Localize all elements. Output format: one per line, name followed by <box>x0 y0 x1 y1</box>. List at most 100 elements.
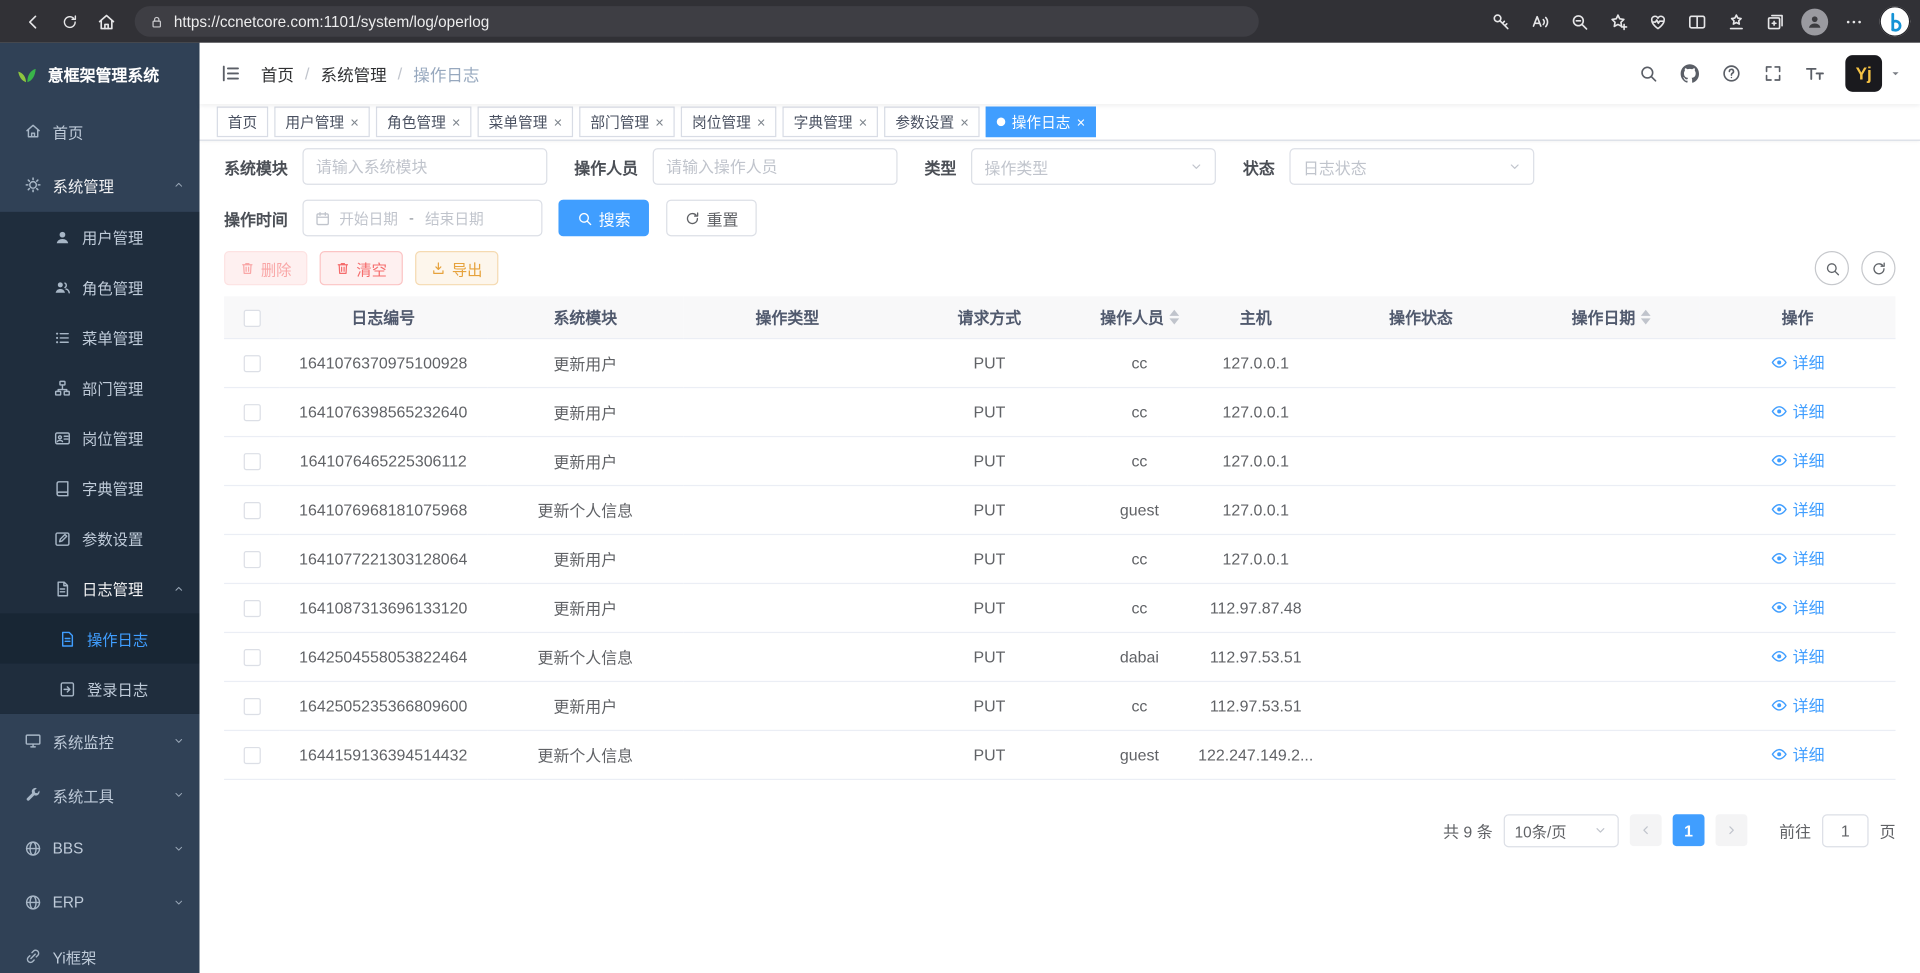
tab-post-management[interactable]: 岗位管理× <box>681 107 777 138</box>
browser-home-button[interactable] <box>88 4 125 38</box>
close-icon[interactable]: × <box>350 114 359 129</box>
page-size-select[interactable]: 10条/页 <box>1504 814 1619 847</box>
detail-link[interactable]: 详细 <box>1771 693 1825 716</box>
detail-link[interactable]: 详细 <box>1771 351 1825 374</box>
page-number-button[interactable]: 1 <box>1673 814 1705 846</box>
clear-button[interactable]: 清空 <box>320 251 403 285</box>
font-size-icon[interactable] <box>1794 43 1836 104</box>
favorites-icon[interactable] <box>1718 4 1755 38</box>
address-bar[interactable]: https://ccnetcore.com:1101/system/log/op… <box>135 6 1259 37</box>
bing-copilot-icon[interactable] <box>1880 6 1911 37</box>
tab-param-settings[interactable]: 参数设置× <box>884 107 980 138</box>
row-checkbox[interactable] <box>243 404 260 421</box>
eye-icon <box>1771 403 1788 420</box>
sidebar-item-system-monitor[interactable]: 系统监控 <box>0 714 200 768</box>
sidebar-item-erp[interactable]: ERP <box>0 876 200 930</box>
close-icon[interactable]: × <box>452 114 461 129</box>
read-aloud-icon[interactable] <box>1522 4 1559 38</box>
goto-page-input[interactable] <box>1822 814 1869 847</box>
close-icon[interactable]: × <box>757 114 766 129</box>
sidebar-item-post-management[interactable]: 岗位管理 <box>0 413 200 463</box>
sidebar-item-department-management[interactable]: 部门管理 <box>0 362 200 412</box>
row-checkbox[interactable] <box>243 453 260 470</box>
sidebar-item-home[interactable]: 首页 <box>0 104 200 158</box>
close-icon[interactable]: × <box>655 114 664 129</box>
sidebar-item-yi-framework[interactable]: Yi框架 <box>0 929 200 973</box>
operator-input[interactable] <box>653 148 898 185</box>
tab-user-management[interactable]: 用户管理× <box>274 107 370 138</box>
breadcrumb-system[interactable]: 系统管理 <box>321 61 387 85</box>
github-icon[interactable] <box>1669 43 1711 104</box>
sidebar-item-dict-management[interactable]: 字典管理 <box>0 463 200 513</box>
collections-icon[interactable] <box>1757 4 1794 38</box>
col-operator[interactable]: 操作人员 <box>1087 296 1191 338</box>
sidebar-toggle-icon[interactable] <box>200 43 261 104</box>
row-checkbox[interactable] <box>243 600 260 617</box>
detail-link[interactable]: 详细 <box>1771 644 1825 667</box>
detail-link[interactable]: 详细 <box>1771 546 1825 569</box>
close-icon[interactable]: × <box>554 114 563 129</box>
module-input[interactable] <box>302 148 547 185</box>
close-icon[interactable]: × <box>1077 114 1086 129</box>
delete-button[interactable]: 删除 <box>224 251 307 285</box>
search-button[interactable]: 搜索 <box>558 200 649 237</box>
reset-button[interactable]: 重置 <box>666 200 757 237</box>
add-favorite-icon[interactable] <box>1600 4 1637 38</box>
row-checkbox[interactable] <box>243 355 260 372</box>
detail-link[interactable]: 详细 <box>1771 742 1825 765</box>
sidebar-item-system-tools[interactable]: 系统工具 <box>0 768 200 822</box>
search-icon[interactable] <box>1627 43 1669 104</box>
browser-menu-icon[interactable] <box>1836 4 1873 38</box>
sidebar-item-system-management[interactable]: 系统管理 <box>0 158 200 212</box>
select-all-checkbox[interactable] <box>243 309 260 326</box>
tab-operation-log[interactable]: 操作日志× <box>986 107 1096 138</box>
browser-back-button[interactable] <box>15 4 52 38</box>
tab-menu-management[interactable]: 菜单管理× <box>478 107 574 138</box>
sort-icon[interactable] <box>1169 309 1179 324</box>
row-checkbox[interactable] <box>243 747 260 764</box>
zoom-icon[interactable] <box>1561 4 1598 38</box>
avatar-caret-down-icon[interactable] <box>1888 66 1903 81</box>
prev-page-button[interactable] <box>1630 814 1662 846</box>
row-checkbox[interactable] <box>243 698 260 715</box>
user-avatar[interactable]: Yj <box>1845 55 1882 92</box>
help-icon[interactable] <box>1711 43 1753 104</box>
detail-link[interactable]: 详细 <box>1771 497 1825 520</box>
sidebar-item-param-settings[interactable]: 参数设置 <box>0 513 200 563</box>
sidebar-item-user-management[interactable]: 用户管理 <box>0 212 200 262</box>
col-date[interactable]: 操作日期 <box>1522 296 1700 338</box>
browser-refresh-button[interactable] <box>51 4 88 38</box>
close-icon[interactable]: × <box>960 114 969 129</box>
browser-profile-avatar[interactable] <box>1796 4 1833 38</box>
sidebar-item-bbs[interactable]: BBS <box>0 822 200 876</box>
next-page-button[interactable] <box>1715 814 1747 846</box>
row-checkbox[interactable] <box>243 551 260 568</box>
split-screen-icon[interactable] <box>1679 4 1716 38</box>
close-icon[interactable]: × <box>859 114 868 129</box>
refresh-table-button[interactable] <box>1861 251 1895 285</box>
sidebar-item-operation-log[interactable]: 操作日志 <box>0 613 200 663</box>
sidebar-item-login-log[interactable]: 登录日志 <box>0 664 200 714</box>
tab-dict-management[interactable]: 字典管理× <box>783 107 879 138</box>
tab-role-management[interactable]: 角色管理× <box>376 107 472 138</box>
row-checkbox[interactable] <box>243 502 260 519</box>
row-checkbox[interactable] <box>243 649 260 666</box>
type-select[interactable]: 操作类型 <box>971 148 1216 185</box>
date-range-input[interactable]: 开始日期 - 结束日期 <box>302 200 542 237</box>
detail-link[interactable]: 详细 <box>1771 448 1825 471</box>
sort-icon[interactable] <box>1640 309 1650 324</box>
tab-department-management[interactable]: 部门管理× <box>579 107 675 138</box>
browser-essentials-icon[interactable] <box>1640 4 1677 38</box>
sidebar-item-log-management[interactable]: 日志管理 <box>0 563 200 613</box>
status-select[interactable]: 日志状态 <box>1289 148 1534 185</box>
tab-home[interactable]: 首页 <box>217 107 268 138</box>
sidebar-item-menu-management[interactable]: 菜单管理 <box>0 312 200 362</box>
fullscreen-icon[interactable] <box>1752 43 1794 104</box>
sidebar-item-role-management[interactable]: 角色管理 <box>0 262 200 312</box>
export-button[interactable]: 导出 <box>415 251 498 285</box>
detail-link[interactable]: 详细 <box>1771 595 1825 618</box>
password-key-icon[interactable] <box>1483 4 1520 38</box>
breadcrumb-home[interactable]: 首页 <box>261 61 294 85</box>
detail-link[interactable]: 详细 <box>1771 399 1825 422</box>
toggle-search-button[interactable] <box>1815 251 1849 285</box>
